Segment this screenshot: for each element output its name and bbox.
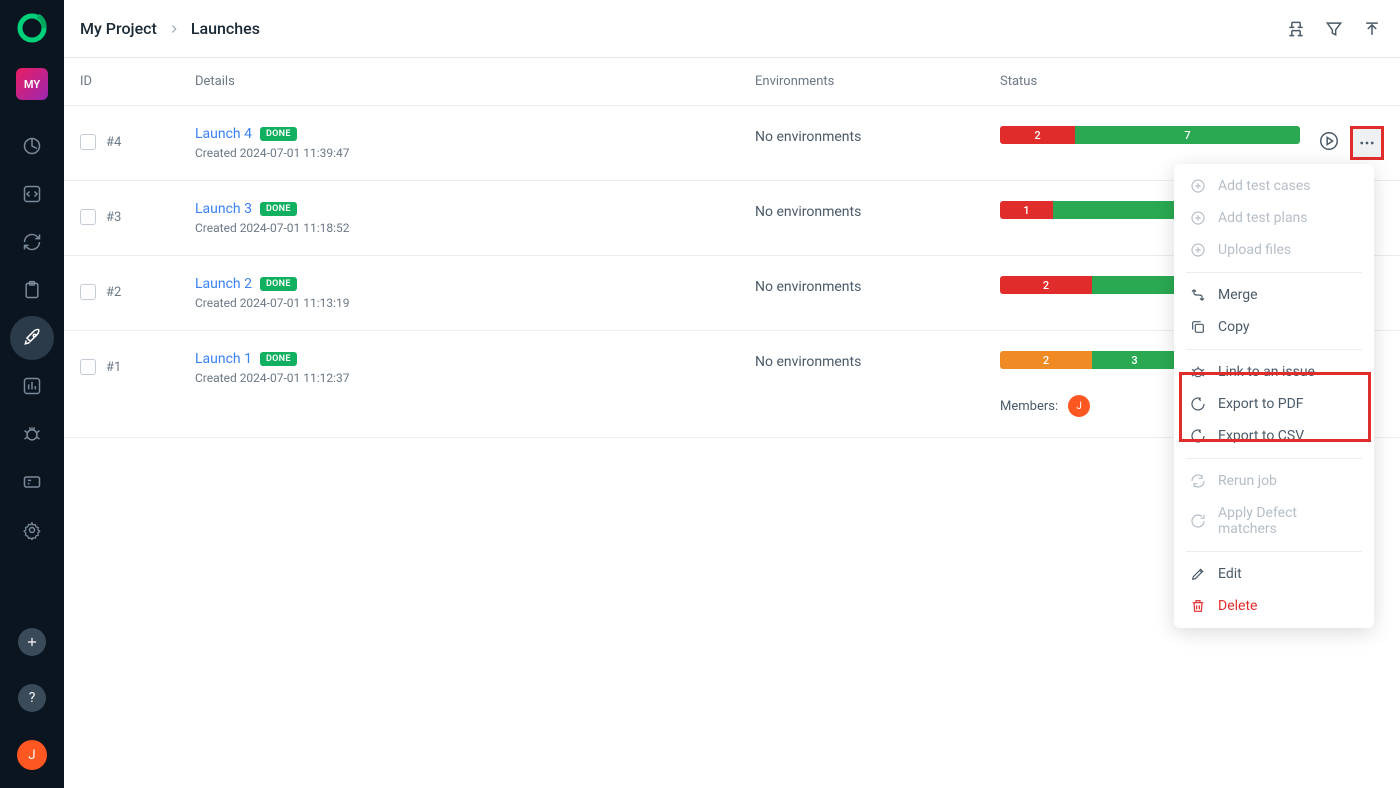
logo[interactable] [16,12,48,44]
menu-export-pdf[interactable]: Export to PDF [1174,388,1374,420]
nav-dashboard[interactable] [10,124,54,168]
sidebar: MY ? J [0,0,64,788]
status-badge: DONE [260,202,297,216]
row-id: #3 [106,210,121,225]
menu-merge[interactable]: Merge [1174,279,1374,311]
table-header: ID Details Environments Status [64,58,1400,106]
breadcrumb-page: Launches [191,19,260,38]
menu-add-plans[interactable]: Add test plans [1174,202,1374,234]
launch-link[interactable]: Launch 3 [195,201,252,217]
main: My Project Launches ID Details Environme… [64,0,1400,788]
env-text: No environments [755,204,861,220]
status-segment [1092,276,1177,294]
row-id: #4 [106,135,121,150]
status-segment: 3 [1092,351,1177,369]
created-timestamp: Created 2024-07-01 11:12:37 [195,371,755,385]
nav-bug[interactable] [10,412,54,456]
menu-defect[interactable]: Apply Defect matchers [1174,497,1374,545]
status-bar[interactable]: 27 [1000,126,1300,144]
created-timestamp: Created 2024-07-01 11:18:52 [195,221,755,235]
compare-icon[interactable] [1284,17,1308,41]
status-segment: 2 [1000,276,1092,294]
status-bar[interactable]: 23 [1000,351,1177,369]
status-segment: 2 [1000,351,1092,369]
breadcrumb: My Project Launches [80,19,260,38]
filter-icon[interactable] [1322,17,1346,41]
col-header-details: Details [195,74,755,89]
status-bar[interactable]: 2 [1000,276,1177,294]
nav-widgets[interactable] [10,460,54,504]
row-id: #1 [106,360,121,375]
nav-launches[interactable] [10,316,54,360]
header: My Project Launches [64,0,1400,58]
help-button[interactable]: ? [18,684,46,712]
status-segment: 1 [1000,201,1053,219]
row-checkbox[interactable] [80,284,96,300]
created-timestamp: Created 2024-07-01 11:13:19 [195,296,755,310]
launch-link[interactable]: Launch 2 [195,276,252,292]
status-bar[interactable]: 1 [1000,201,1177,219]
members-label: Members: [1000,399,1058,414]
add-button[interactable] [18,628,46,656]
menu-add-cases[interactable]: Add test cases [1174,170,1374,202]
nav-analytics[interactable] [10,364,54,408]
env-text: No environments [755,129,861,145]
env-text: No environments [755,354,861,370]
upload-icon[interactable] [1360,17,1384,41]
menu-delete[interactable]: Delete [1174,590,1374,622]
context-menu: Add test cases Add test plans Upload fil… [1174,164,1374,628]
row-checkbox[interactable] [80,209,96,225]
nav-clipboard[interactable] [10,268,54,312]
member-avatar[interactable]: J [1068,395,1090,417]
row-checkbox[interactable] [80,359,96,375]
status-badge: DONE [260,352,297,366]
status-segment: 7 [1075,126,1300,144]
status-segment: 2 [1000,126,1075,144]
created-timestamp: Created 2024-07-01 11:39:47 [195,146,755,160]
play-icon[interactable] [1318,130,1340,156]
menu-edit[interactable]: Edit [1174,558,1374,590]
env-text: No environments [755,279,861,295]
breadcrumb-project[interactable]: My Project [80,19,157,38]
row-id: #2 [106,285,121,300]
more-button[interactable] [1350,126,1384,160]
project-badge[interactable]: MY [16,68,48,100]
chevron-right-icon [167,22,181,36]
nav-code[interactable] [10,172,54,216]
launch-link[interactable]: Launch 1 [195,351,252,367]
status-segment [1053,201,1177,219]
menu-copy[interactable]: Copy [1174,311,1374,343]
row-checkbox[interactable] [80,134,96,150]
menu-export-csv[interactable]: Export to CSV [1174,420,1374,452]
menu-link-issue[interactable]: Link to an issue [1174,356,1374,388]
col-header-status: Status [1000,74,1384,89]
nav-settings[interactable] [10,508,54,552]
col-header-env: Environments [755,74,1000,89]
nav-sync[interactable] [10,220,54,264]
menu-upload[interactable]: Upload files [1174,234,1374,266]
launch-link[interactable]: Launch 4 [195,126,252,142]
col-header-id: ID [80,74,195,89]
status-badge: DONE [260,127,297,141]
menu-rerun[interactable]: Rerun job [1174,465,1374,497]
status-badge: DONE [260,277,297,291]
user-avatar[interactable]: J [17,740,47,770]
